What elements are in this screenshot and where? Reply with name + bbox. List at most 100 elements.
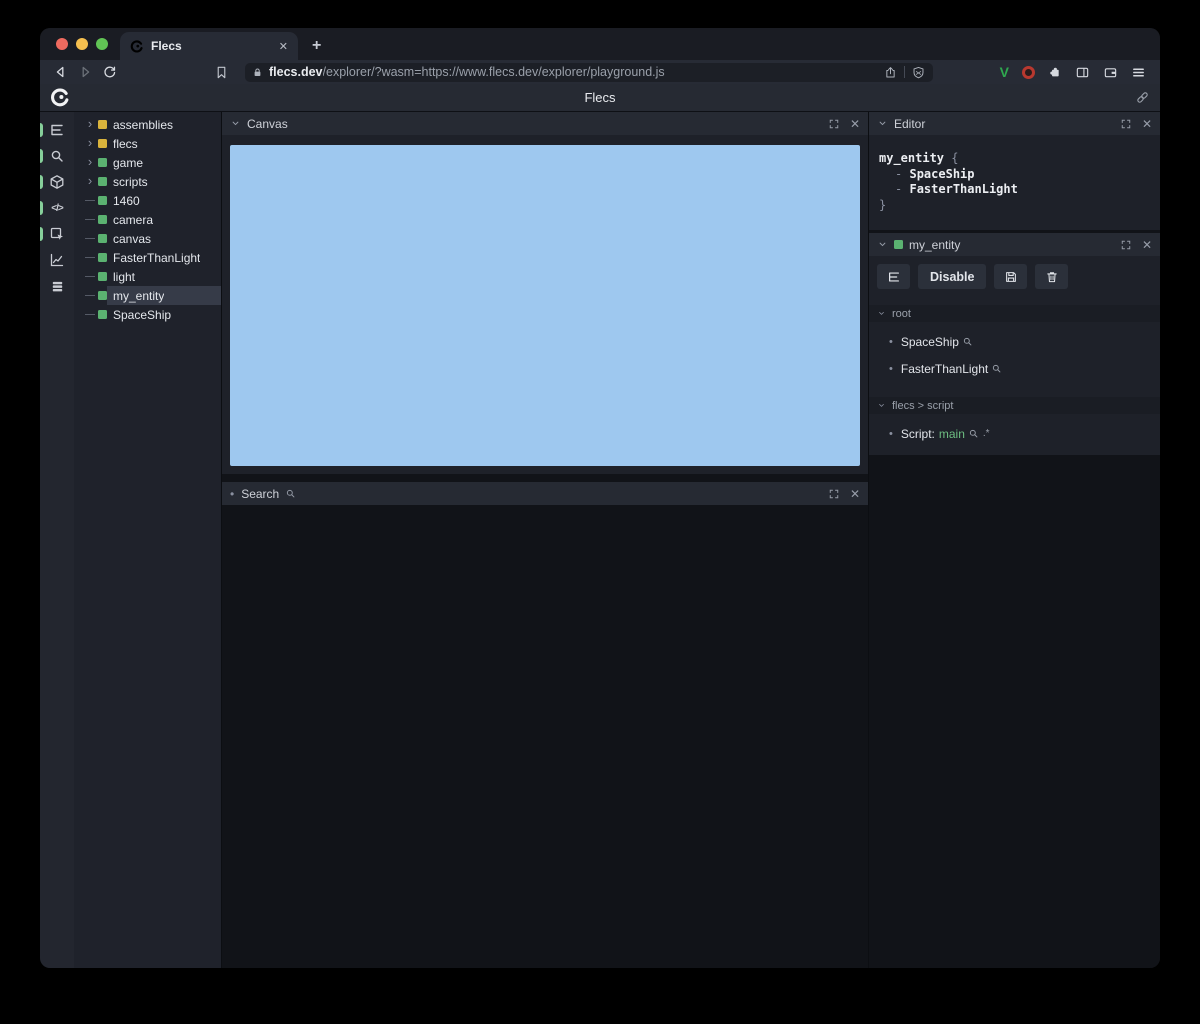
close-panel-icon[interactable]: ✕ <box>850 118 860 130</box>
leaf-dash <box>82 218 98 221</box>
vue-devtools-extension-icon[interactable]: V <box>1000 64 1009 80</box>
search-icon[interactable] <box>968 428 979 439</box>
chevron-right-icon[interactable]: › <box>82 136 98 149</box>
lock-icon <box>252 67 263 78</box>
reload-button[interactable] <box>97 62 121 82</box>
section-items: • Script: main .* <box>869 414 1160 455</box>
tree-item-canvas[interactable]: canvas <box>74 229 221 248</box>
panel-title: Canvas <box>247 116 288 131</box>
menu-icon[interactable] <box>1131 65 1146 80</box>
app-header: Flecs <box>40 84 1160 112</box>
tree-item-my-entity[interactable]: my_entity <box>74 286 221 305</box>
entity-panel-header[interactable]: my_entity ✕ <box>869 233 1160 256</box>
fullscreen-icon[interactable] <box>828 488 840 500</box>
editor-panel-header[interactable]: Editor ✕ <box>869 112 1160 135</box>
fullscreen-icon[interactable] <box>828 118 840 130</box>
tree-item-game[interactable]: › game <box>74 153 221 172</box>
tree-item-camera[interactable]: camera <box>74 210 221 229</box>
outliner-icon <box>887 270 901 284</box>
entity-toolbar: Disable <box>869 256 1160 298</box>
bookmark-icon[interactable] <box>209 62 233 82</box>
nav-search-button[interactable] <box>40 143 74 169</box>
entity-color-square <box>98 177 107 186</box>
share-link-icon[interactable] <box>1135 90 1150 105</box>
window-controls <box>40 28 108 60</box>
nav-inspector-button[interactable] <box>40 221 74 247</box>
canvas-panel-body <box>222 135 868 474</box>
tree-item-light[interactable]: light <box>74 267 221 286</box>
render-canvas[interactable] <box>230 145 860 466</box>
active-indicator <box>40 227 43 241</box>
disable-button[interactable]: Disable <box>918 264 987 289</box>
section-header-flecs-script[interactable]: flecs > script <box>869 397 1160 414</box>
shield-button[interactable] <box>912 66 925 79</box>
minimize-window-button[interactable] <box>76 38 88 50</box>
search-panel-header[interactable]: • Search ✕ <box>222 482 868 505</box>
fullscreen-icon[interactable] <box>1120 118 1132 130</box>
delete-button[interactable] <box>1035 264 1069 289</box>
tree-item-assemblies[interactable]: › assemblies <box>74 115 221 134</box>
chevron-right-icon[interactable]: › <box>82 155 98 168</box>
empty-area <box>222 505 868 968</box>
chevron-down-icon <box>877 401 886 410</box>
share-button[interactable] <box>884 66 897 79</box>
fullscreen-icon[interactable] <box>1120 239 1132 251</box>
chevron-down-icon <box>877 309 886 318</box>
url-domain: flecs.dev <box>269 65 323 79</box>
wallet-icon[interactable] <box>1103 65 1118 80</box>
canvas-panel-header[interactable]: Canvas ✕ <box>222 112 868 135</box>
active-indicator <box>40 149 43 163</box>
browser-tab-bar: Flecs ✕ + <box>40 28 1160 60</box>
adblock-extension-icon[interactable] <box>1022 65 1035 79</box>
desktop: Flecs ✕ + flecs.dev /explorer/?wasm=http… <box>0 0 1200 1024</box>
tab-close-icon[interactable]: ✕ <box>279 40 288 53</box>
bullet-icon: • <box>889 427 893 440</box>
leaf-dash <box>82 294 98 297</box>
active-indicator <box>40 175 43 189</box>
tree-item-scripts[interactable]: › scripts <box>74 172 221 191</box>
module-color-square <box>98 139 107 148</box>
collapsed-dot-icon[interactable]: • <box>230 487 234 501</box>
search-icon <box>49 148 65 164</box>
entity-color-square <box>98 196 107 205</box>
entity-color-square <box>894 240 903 249</box>
component-row-spaceship: • SpaceShip <box>869 328 1160 355</box>
forward-button[interactable] <box>73 62 97 82</box>
nav-outliner-button[interactable] <box>40 117 74 143</box>
tree-item-flecs[interactable]: › flecs <box>74 134 221 153</box>
nav-entities-button[interactable] <box>40 169 74 195</box>
close-panel-icon[interactable]: ✕ <box>1142 118 1152 130</box>
app-body: </> › assemblies › flecs › game › scripts 14… <box>40 112 1160 968</box>
side-panel-icon[interactable] <box>1075 65 1090 80</box>
browser-tab[interactable]: Flecs ✕ <box>120 32 298 60</box>
expr-suffix: .* <box>982 428 990 439</box>
back-button[interactable] <box>49 62 73 82</box>
nav-archetypes-button[interactable] <box>40 273 74 299</box>
extensions-puzzle-icon[interactable] <box>1048 65 1062 79</box>
search-icon[interactable] <box>991 363 1002 374</box>
chevron-down-icon[interactable] <box>230 118 241 129</box>
entity-tree: › assemblies › flecs › game › scripts 1460 c… <box>74 112 221 968</box>
nav-stats-button[interactable] <box>40 247 74 273</box>
tree-view-button[interactable] <box>877 264 910 289</box>
chevron-down-icon[interactable] <box>877 118 888 129</box>
tree-item-spaceship[interactable]: SpaceShip <box>74 305 221 324</box>
search-icon[interactable] <box>962 336 973 347</box>
module-color-square <box>98 120 107 129</box>
close-panel-icon[interactable]: ✕ <box>850 488 860 500</box>
tree-item-fasterthanlight[interactable]: FasterThanLight <box>74 248 221 267</box>
section-header-root[interactable]: root <box>869 305 1160 322</box>
chevron-right-icon[interactable]: › <box>82 117 98 130</box>
save-button[interactable] <box>994 264 1028 289</box>
entity-color-square <box>98 215 107 224</box>
new-tab-button[interactable]: + <box>312 37 321 60</box>
tree-item-1460[interactable]: 1460 <box>74 191 221 210</box>
close-window-button[interactable] <box>56 38 68 50</box>
close-panel-icon[interactable]: ✕ <box>1142 239 1152 251</box>
code-editor[interactable]: my_entity { - SpaceShip - FasterThanLigh… <box>869 135 1160 230</box>
chevron-right-icon[interactable]: › <box>82 174 98 187</box>
address-bar[interactable]: flecs.dev /explorer/?wasm=https://www.fl… <box>245 62 933 82</box>
zoom-window-button[interactable] <box>96 38 108 50</box>
chevron-down-icon[interactable] <box>877 239 888 250</box>
nav-code-button[interactable]: </> <box>40 195 74 221</box>
